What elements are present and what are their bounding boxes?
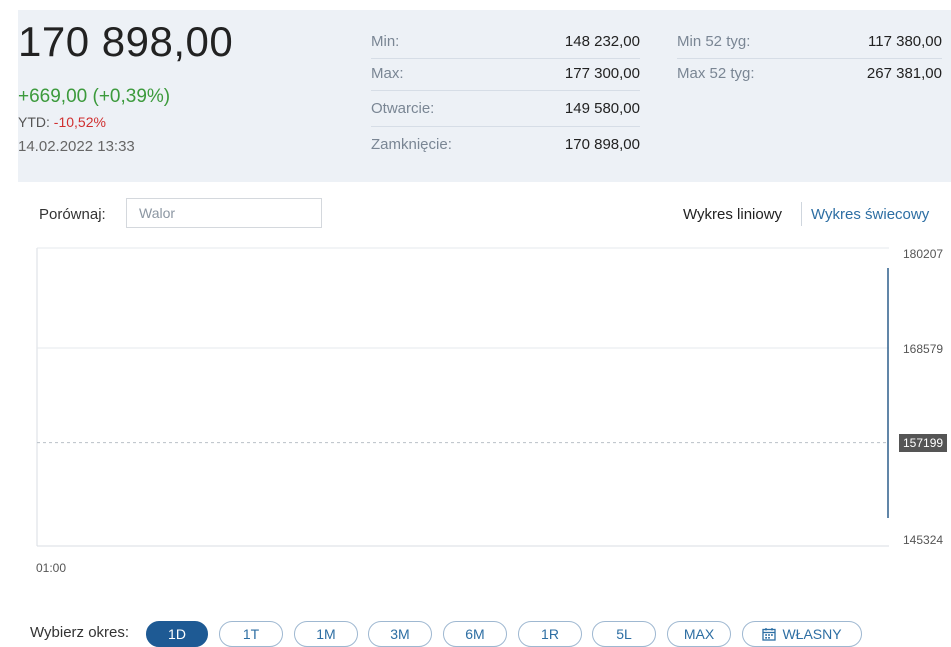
- ytd-change: YTD: -10,52%: [18, 114, 106, 130]
- period-1d-button[interactable]: 1D: [146, 621, 208, 647]
- y-tick-label: 180207: [903, 247, 944, 261]
- period-1r-button[interactable]: 1R: [518, 621, 582, 647]
- stat-close-label: Zamknięcie:: [371, 136, 452, 153]
- stat-min52-label: Min 52 tyg:: [677, 33, 751, 50]
- line-chart-toggle[interactable]: Wykres liniowy: [683, 206, 782, 223]
- stat-open-label: Otwarcie:: [371, 100, 435, 117]
- quote-datetime: 14.02.2022 13:33: [18, 138, 135, 155]
- stat-divider: [371, 90, 640, 91]
- stat-max-label: Max:: [371, 65, 404, 82]
- y-tick-label: 145324: [903, 533, 944, 547]
- current-price: 170 898,00: [18, 18, 234, 65]
- stat-close-value: 170 898,00: [564, 136, 640, 153]
- stat-max-value: 177 300,00: [564, 65, 640, 82]
- stat-min52-value: 117 380,00: [868, 33, 942, 50]
- period-label: Wybierz okres:: [30, 624, 130, 641]
- x-tick-label: 01:00: [36, 561, 67, 575]
- stat-min-label: Min:: [371, 33, 400, 50]
- compare-search-input[interactable]: [126, 198, 322, 228]
- stat-open-value: 149 580,00: [564, 100, 640, 117]
- period-1t-button[interactable]: 1T: [219, 621, 283, 647]
- current-price-badge: 157199: [899, 433, 948, 452]
- period-1m-button[interactable]: 1M: [294, 621, 358, 647]
- candle-chart-toggle[interactable]: Wykres świecowy: [811, 206, 929, 223]
- period-6m-button[interactable]: 6M: [443, 621, 507, 647]
- period-3m-button[interactable]: 3M: [368, 621, 432, 647]
- stat-divider: [371, 58, 640, 59]
- price-chart[interactable]: [0, 236, 951, 576]
- ytd-value: -10,52%: [53, 114, 106, 130]
- period-custom-button[interactable]: WŁASNY: [742, 621, 862, 647]
- stat-divider: [677, 58, 942, 59]
- period-max-button[interactable]: MAX: [667, 621, 731, 647]
- y-tick-label: 168579: [903, 342, 944, 357]
- price-change: +669,00 (+0,39%): [18, 86, 171, 107]
- period-5l-button[interactable]: 5L: [592, 621, 656, 647]
- compare-label: Porównaj:: [39, 206, 106, 223]
- stat-max52-label: Max 52 tyg:: [677, 65, 755, 82]
- stat-divider: [371, 126, 640, 127]
- stat-max52-value: 267 381,00: [866, 65, 942, 82]
- ytd-label: YTD:: [18, 114, 54, 130]
- stat-min-value: 148 232,00: [564, 33, 640, 50]
- toggle-divider: [801, 202, 802, 226]
- custom-period-label: WŁASNY: [782, 626, 842, 642]
- calendar-icon: [762, 628, 777, 641]
